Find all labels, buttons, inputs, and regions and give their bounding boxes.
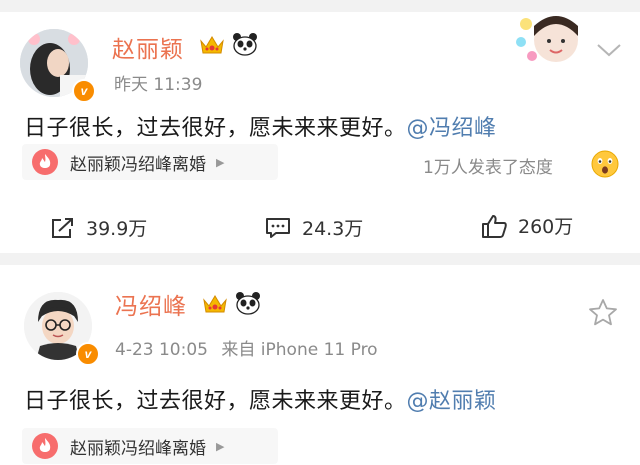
flame-icon [32,149,58,175]
comment-count: 24.3万 [302,218,364,240]
like-button[interactable]: 260万 [480,212,573,239]
panda-icon [236,292,260,315]
reaction-count[interactable]: 1万人发表了态度 [423,153,553,178]
topic-label: 赵丽颖冯绍峰离婚 [70,154,206,175]
post-content: 日子很长，过去很好，愿未来来更好。@赵丽颖 [24,383,497,415]
like-icon [482,214,507,238]
star-icon[interactable] [588,298,618,326]
chevron-down-icon[interactable] [596,42,622,58]
topic-arrow-icon: ▶ [216,439,225,453]
topic-chip[interactable]: 赵丽颖冯绍峰离婚 ▶ [22,428,278,464]
comment-button[interactable]: 24.3万 [264,214,363,241]
post-time: 昨天 11:39 [114,75,203,95]
author-name[interactable]: 冯绍峰 [115,287,187,321]
post-meta: 4-23 10:05 来自 iPhone 11 Pro [115,335,378,360]
verified-badge: v [76,342,100,366]
comment-icon [266,217,290,238]
post-source: 来自 iPhone 11 Pro [221,340,378,360]
panda-icon [233,33,257,56]
crown-icon [203,295,227,313]
surprised-emoji-icon[interactable] [591,150,619,178]
crown-icon [200,36,224,54]
mention-link[interactable]: @赵丽颖 [407,389,497,414]
like-count: 260万 [518,216,574,238]
post-time: 4-23 10:05 [115,340,208,360]
mention-link[interactable]: @冯绍峰 [407,116,497,141]
weibo-post-card[interactable]: v 冯绍峰 4-23 10:05 来自 iPhone 11 Pro 日子很长，过… [0,265,640,465]
repost-button[interactable]: 39.9万 [50,214,147,241]
repost-count: 39.9万 [86,218,148,240]
verified-badge: v [72,79,96,103]
post-text: 日子很长，过去很好，愿未来来更好。 [24,116,407,141]
author-name[interactable]: 赵丽颖 [112,30,184,64]
flame-icon [32,433,58,459]
post-content: 日子很长，过去很好，愿未来来更好。@冯绍峰 [24,110,497,142]
share-icon [52,217,73,238]
weibo-post-card[interactable]: v 赵丽颖 昨天 11:39 日子很长，过去很好，愿未来来更好。@冯绍峰 赵丽颖… [0,12,640,253]
decoration-avatar-icon [516,16,578,62]
topic-chip[interactable]: 赵丽颖冯绍峰离婚 ▶ [22,144,278,180]
post-text: 日子很长，过去很好，愿未来来更好。 [24,389,407,414]
topic-arrow-icon: ▶ [216,155,225,169]
topic-label: 赵丽颖冯绍峰离婚 [70,438,206,459]
